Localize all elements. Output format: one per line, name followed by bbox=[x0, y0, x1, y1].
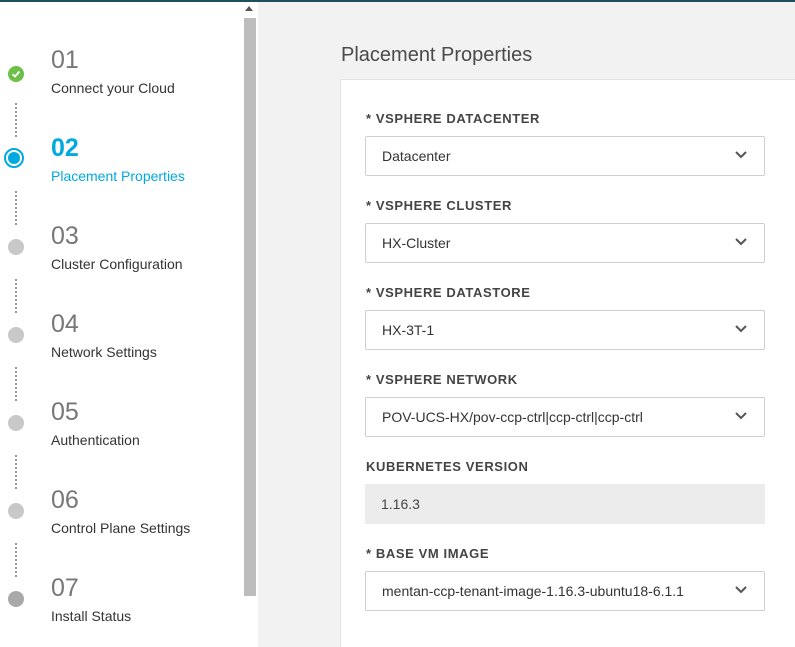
cluster-value: HX-Cluster bbox=[382, 235, 451, 251]
step-label: Network Settings bbox=[51, 344, 157, 360]
network-value: POV-UCS-HX/pov-ccp-ctrl|ccp-ctrl|ccp-ctr… bbox=[382, 409, 643, 425]
step-connector bbox=[15, 279, 19, 313]
step-label: Authentication bbox=[51, 432, 140, 448]
network-label: * VSPHERE NETWORK bbox=[366, 372, 518, 387]
step-complete-icon bbox=[8, 66, 24, 82]
scrollbar-thumb[interactable] bbox=[244, 18, 256, 596]
step-number: 06 bbox=[51, 486, 79, 514]
step-label: Install Status bbox=[51, 608, 132, 624]
check-icon bbox=[11, 70, 21, 78]
step-label: Control Plane Settings bbox=[51, 520, 191, 536]
step-connector bbox=[15, 367, 19, 401]
datastore-value: HX-3T-1 bbox=[382, 322, 435, 338]
cluster-select[interactable]: HX-Cluster bbox=[365, 223, 765, 263]
step-pending-icon bbox=[8, 239, 24, 255]
scroll-up-arrow-icon[interactable] bbox=[245, 6, 253, 11]
step-number: 04 bbox=[51, 310, 79, 338]
kubernetes-version-label: KUBERNETES VERSION bbox=[366, 459, 529, 474]
step-connector bbox=[15, 543, 19, 577]
step-current-icon bbox=[4, 148, 24, 168]
kubernetes-version-value: 1.16.3 bbox=[381, 496, 420, 512]
datacenter-value: Datacenter bbox=[382, 148, 451, 164]
step-number: 01 bbox=[51, 46, 79, 74]
page-title: Placement Properties bbox=[341, 44, 533, 66]
chevron-down-icon bbox=[735, 586, 747, 594]
step-number: 03 bbox=[51, 222, 79, 250]
step-connector bbox=[15, 455, 19, 489]
step-connector bbox=[15, 191, 19, 225]
network-select[interactable]: POV-UCS-HX/pov-ccp-ctrl|ccp-ctrl|ccp-ctr… bbox=[365, 397, 765, 437]
chevron-down-icon bbox=[735, 412, 747, 420]
chevron-down-icon bbox=[735, 325, 747, 333]
step-label: Placement Properties bbox=[51, 168, 185, 184]
step-number: 05 bbox=[51, 398, 79, 426]
step-pending-icon bbox=[8, 327, 24, 343]
base-vm-image-label: * BASE VM IMAGE bbox=[366, 546, 490, 561]
datastore-label: * VSPHERE DATASTORE bbox=[366, 285, 531, 300]
base-vm-image-value: mentan-ccp-tenant-image-1.16.3-ubuntu18-… bbox=[382, 583, 684, 599]
chevron-down-icon bbox=[735, 238, 747, 246]
kubernetes-version-field: 1.16.3 bbox=[365, 484, 765, 524]
datacenter-label: * VSPHERE DATACENTER bbox=[366, 111, 541, 126]
step-label: Connect your Cloud bbox=[51, 80, 175, 96]
step-pending-icon bbox=[8, 415, 24, 431]
base-vm-image-select[interactable]: mentan-ccp-tenant-image-1.16.3-ubuntu18-… bbox=[365, 571, 765, 611]
step-number: 07 bbox=[51, 574, 79, 602]
datastore-select[interactable]: HX-3T-1 bbox=[365, 310, 765, 350]
step-connector bbox=[15, 103, 19, 137]
wizard-sidebar: 01 Connect your Cloud 02 Placement Prope… bbox=[0, 2, 258, 647]
step-pending-icon bbox=[8, 591, 24, 607]
step-label: Cluster Configuration bbox=[51, 256, 183, 272]
datacenter-select[interactable]: Datacenter bbox=[365, 136, 765, 176]
chevron-down-icon bbox=[735, 151, 747, 159]
step-pending-icon bbox=[8, 503, 24, 519]
cluster-label: * VSPHERE CLUSTER bbox=[366, 198, 513, 213]
step-number: 02 bbox=[51, 134, 79, 162]
